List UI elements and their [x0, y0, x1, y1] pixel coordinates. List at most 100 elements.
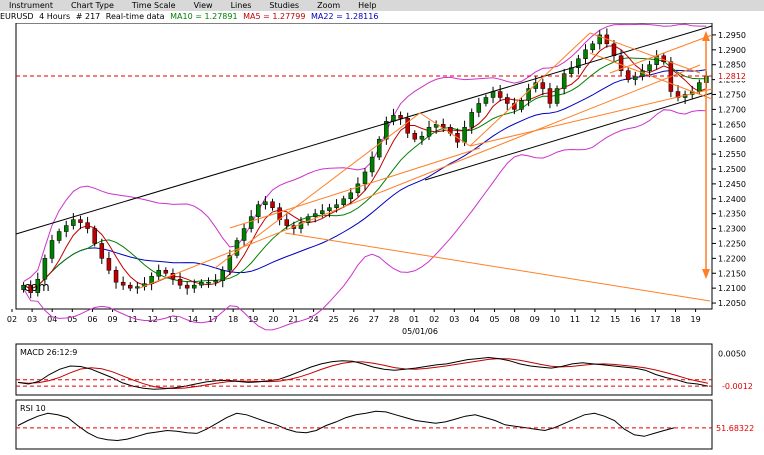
rsi-pane[interactable]: RSI 10 51.68322 [0, 399, 764, 451]
date-tick-label: 19 [248, 315, 258, 324]
orange-trend-line [469, 32, 591, 147]
candle-body [497, 91, 503, 98]
candle-body [547, 88, 553, 104]
candle-body [192, 284, 197, 289]
candle-body [128, 284, 133, 289]
date-tick-label: 18 [670, 315, 680, 324]
price-tick-label: 1.2950 [718, 31, 746, 40]
candle-body [355, 183, 361, 194]
date-tick-label: 05 [489, 315, 499, 324]
candle-body [241, 228, 247, 241]
candle-body [234, 240, 240, 256]
candle-body [419, 135, 425, 140]
candle-body [362, 171, 368, 185]
date-tick-label: 12 [590, 315, 600, 324]
candle-body [462, 127, 467, 143]
date-tick-label: 20 [268, 315, 278, 324]
candle-body [647, 64, 652, 71]
current-price-label: 1.2812 [718, 72, 746, 81]
menu-item-view[interactable]: View [185, 0, 222, 11]
orange-trend-line [589, 52, 713, 100]
candle-body [426, 127, 432, 137]
candle-body [554, 88, 560, 104]
ma5-line [23, 45, 707, 290]
date-tick-label: 03 [449, 315, 459, 324]
candle-body [85, 222, 90, 229]
macd-current-label: -0.0012 [722, 382, 753, 391]
date-tick-label: 25 [329, 315, 339, 324]
candle-body [320, 210, 325, 214]
macd-plot-frame [15, 343, 713, 396]
menu-item-studies[interactable]: Studies [260, 0, 308, 11]
channel-lower-line [424, 92, 713, 181]
macd-tick-label: 0.0050 [718, 349, 746, 358]
candle-body [220, 270, 225, 281]
rsi-current-label: 51.68322 [716, 424, 754, 433]
candle-body [341, 198, 346, 205]
menu-item-time-scale[interactable]: Time Scale [123, 0, 185, 11]
macd-chart[interactable]: MACD 26:12:9 0.0050 -0.0012 [0, 343, 764, 397]
candle-body [248, 216, 254, 229]
candle-body [206, 281, 211, 284]
candle-body [49, 240, 55, 259]
price-tick-label: 1.2750 [718, 91, 746, 100]
price-tick-label: 1.2550 [718, 150, 746, 159]
candle-body [469, 112, 474, 128]
date-tick-label: 17 [650, 315, 660, 324]
date-tick-label: 16 [630, 315, 640, 324]
candle-body [633, 76, 638, 80]
candle-body [270, 201, 275, 208]
chart-header: EURUSD 4 Hours # 217 Real-time data MA10… [0, 11, 764, 23]
candle-body [412, 132, 418, 140]
candle-body [63, 225, 69, 232]
candle-body [369, 156, 375, 173]
ma5-label: MA5 = 1.27799 [243, 12, 306, 21]
price-plot-frame [15, 22, 713, 310]
candle-body [163, 270, 169, 274]
rsi-line [17, 410, 675, 442]
date-tick-label: 27 [369, 315, 379, 324]
ma22-label: MA22 = 1.28116 [311, 12, 379, 21]
date-tick-label: 09 [530, 315, 540, 324]
menu-item-chart-type[interactable]: Chart Type [62, 0, 123, 11]
candle-body [327, 207, 332, 211]
candle-body [71, 219, 76, 226]
candle-body [405, 118, 410, 134]
date-tick-label: 15 [610, 315, 620, 324]
price-chart[interactable]: 1.29501.29001.28501.28001.27501.27001.26… [0, 22, 764, 343]
macd-signal-line [17, 358, 709, 390]
price-tick-label: 1.2650 [718, 120, 746, 129]
symbol-label: EURUSD [0, 12, 34, 21]
price-tick-label: 1.2600 [718, 135, 746, 144]
date-tick-label: 03 [27, 315, 37, 324]
arrow-down-icon [702, 269, 710, 279]
watermark-text: com [24, 280, 50, 294]
menu-item-zoom[interactable]: Zoom [308, 0, 349, 11]
rsi-chart[interactable]: RSI 10 51.68322 [0, 399, 764, 451]
price-tick-label: 1.2850 [718, 61, 746, 70]
date-month-label: 05/01/06 [402, 327, 438, 336]
candle-body [135, 286, 140, 289]
menu-item-lines[interactable]: Lines [222, 0, 261, 11]
price-tick-label: 1.2400 [718, 195, 746, 204]
date-tick-label: 26 [349, 315, 359, 324]
date-tick-label: 24 [308, 315, 318, 324]
candle-body [99, 243, 105, 259]
macd-pane[interactable]: MACD 26:12:9 0.0050 -0.0012 [0, 343, 764, 397]
candle-body [611, 43, 617, 57]
price-tick-label: 1.2450 [718, 180, 746, 189]
price-tick-label: 1.2250 [718, 239, 746, 248]
date-tick-label: 02 [7, 315, 17, 324]
price-tick-label: 1.2700 [718, 105, 746, 114]
candle-body [505, 97, 510, 104]
bollinger-upper-line [23, 23, 707, 283]
price-tick-label: 1.2350 [718, 210, 746, 219]
date-tick-label: 11 [570, 315, 580, 324]
bars-label: # 217 [75, 12, 101, 21]
price-pane[interactable]: 1.29501.29001.28501.28001.27501.27001.26… [0, 22, 764, 343]
candle-body [184, 284, 190, 289]
price-tick-label: 1.2900 [718, 46, 746, 55]
menu-item-help[interactable]: Help [349, 0, 385, 11]
menu-item-instrument[interactable]: Instrument [0, 0, 62, 11]
date-tick-label: 01 [409, 315, 419, 324]
